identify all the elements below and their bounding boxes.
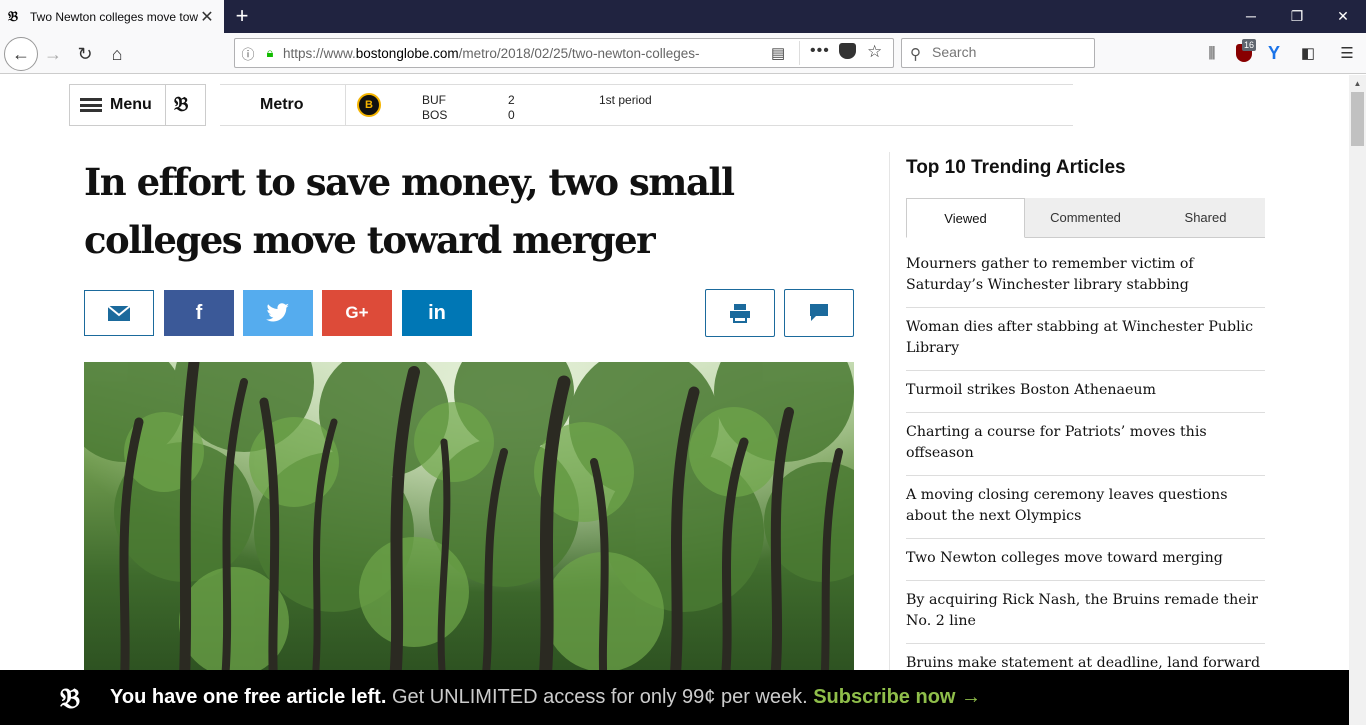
url-text[interactable]: https://www.bostonglobe.com/metro/2018/0… [283, 46, 723, 61]
site-menu-box: Menu 𝔅 [69, 84, 206, 126]
hamburger-menu-icon[interactable]: ☰ [1336, 43, 1358, 65]
globe-favicon-icon: 𝔅 [8, 8, 19, 25]
share-linkedin-button[interactable]: in [402, 290, 472, 336]
back-button[interactable]: ← [4, 37, 38, 71]
sidebar-divider [889, 152, 890, 672]
secure-lock-icon: 🔒︎ [266, 45, 274, 60]
trending-item[interactable]: Mourners gather to remember victim of Sa… [906, 245, 1265, 308]
reader-view-icon[interactable]: ▤ [771, 44, 785, 62]
browser-tab-active[interactable]: 𝔅 Two Newton colleges move tow ✕ [0, 0, 224, 33]
section-link-metro[interactable]: Metro [260, 96, 304, 114]
paywall-logo: 𝔅 [60, 682, 81, 715]
share-email-button[interactable] [84, 290, 154, 336]
score-bar: Metro B BUF BOS 2 0 1st period [220, 84, 1073, 126]
url-separator [799, 41, 800, 65]
pocket-icon[interactable] [839, 43, 856, 59]
tab-commented[interactable]: Commented [1026, 198, 1145, 238]
article-photo [84, 362, 854, 692]
comment-icon [810, 304, 828, 321]
trending-list: Mourners gather to remember victim of Sa… [906, 245, 1265, 707]
page-actions-icon[interactable]: ••• [810, 42, 830, 60]
comments-button[interactable] [784, 289, 854, 337]
paywall-banner: 𝔅 You have one free article left. Get UN… [0, 670, 1349, 725]
sidebar-toggle-icon[interactable]: ◧ [1297, 43, 1319, 65]
header-divider [165, 85, 166, 125]
close-window-icon[interactable]: ✕ [1320, 0, 1366, 33]
home-button[interactable]: ⌂ [102, 39, 132, 69]
trending-item[interactable]: Woman dies after stabbing at Winchester … [906, 308, 1265, 371]
share-twitter-button[interactable] [243, 290, 313, 336]
close-tab-icon[interactable]: ✕ [198, 7, 216, 27]
tab-strip: 𝔅 Two Newton colleges move tow ✕ + ─ ❐ ✕ [0, 0, 1366, 33]
site-info-icon[interactable]: ⓘ [235, 44, 261, 63]
paywall-offer: Get UNLIMITED access for only 99¢ per we… [386, 686, 814, 708]
search-icon: ⚲ [910, 46, 921, 63]
search-bar[interactable]: ⚲ [901, 38, 1095, 68]
print-icon [730, 304, 750, 323]
away-team: BUF [422, 93, 446, 107]
trending-tabs: Viewed Commented Shared [906, 198, 1265, 238]
trending-item[interactable]: Turmoil strikes Boston Athenaeum [906, 371, 1265, 413]
trending-item[interactable]: By acquiring Rick Nash, the Bruins remad… [906, 581, 1265, 644]
score-divider [345, 85, 346, 125]
bookmark-star-icon[interactable]: ☆ [867, 42, 882, 62]
share-googleplus-button[interactable]: G+ [322, 290, 392, 336]
trending-item[interactable]: Two Newton colleges move toward merging [906, 539, 1265, 581]
bruins-logo-icon: B [357, 93, 381, 117]
home-score: 0 [508, 108, 515, 122]
twitter-icon [266, 303, 289, 322]
scroll-up-arrow-icon[interactable]: ▲ [1349, 75, 1366, 92]
print-button[interactable] [705, 289, 775, 337]
minimize-window-icon[interactable]: ─ [1228, 0, 1274, 33]
linkedin-icon: in [428, 301, 446, 324]
forest-image [84, 362, 854, 692]
navigation-toolbar: ← → ↻ ⌂ ⓘ 🔒︎ https://www.bostonglobe.com… [0, 33, 1366, 74]
away-score: 2 [508, 93, 515, 107]
paywall-headline: You have one free article left. [110, 686, 387, 708]
tab-viewed[interactable]: Viewed [906, 198, 1025, 238]
googleplus-icon: G+ [345, 303, 369, 322]
game-period: 1st period [599, 93, 652, 107]
home-team: BOS [422, 108, 448, 122]
menu-hamburger-icon[interactable] [80, 98, 102, 112]
search-input[interactable] [932, 44, 1082, 60]
email-icon [107, 304, 131, 321]
trending-item[interactable]: A moving closing ceremony leaves questio… [906, 476, 1265, 539]
ublock-count-badge: 16 [1242, 39, 1257, 51]
extension-y-icon[interactable]: Y [1268, 43, 1280, 64]
new-tab-button[interactable]: + [230, 4, 254, 28]
forward-button[interactable]: → [38, 39, 68, 69]
article-headline: In effort to save money, two small colle… [84, 160, 735, 262]
page-scrollbar[interactable]: ▲ [1349, 75, 1366, 725]
tab-shared[interactable]: Shared [1146, 198, 1265, 238]
boston-globe-logo[interactable]: 𝔅 [174, 92, 188, 116]
menu-button[interactable]: Menu [110, 96, 152, 114]
trending-item[interactable]: Charting a course for Patriots’ moves th… [906, 413, 1265, 476]
reload-button[interactable]: ↻ [70, 39, 100, 69]
subscribe-link[interactable]: Subscribe now → [813, 686, 981, 708]
facebook-icon: f [195, 301, 203, 324]
share-facebook-button[interactable]: f [164, 290, 234, 336]
tab-title: Two Newton colleges move tow [30, 9, 198, 24]
trending-title: Top 10 Trending Articles [906, 157, 1126, 178]
library-icon[interactable]: ⫼ [1201, 43, 1223, 65]
url-bar[interactable]: ⓘ 🔒︎ https://www.bostonglobe.com/metro/2… [234, 38, 894, 68]
scroll-thumb[interactable] [1351, 92, 1364, 146]
paywall-message: You have one free article left. Get UNLI… [110, 686, 981, 709]
web-page: Menu 𝔅 Metro B BUF BOS 2 0 1st period In… [0, 75, 1349, 725]
restore-window-icon[interactable]: ❐ [1274, 0, 1320, 33]
